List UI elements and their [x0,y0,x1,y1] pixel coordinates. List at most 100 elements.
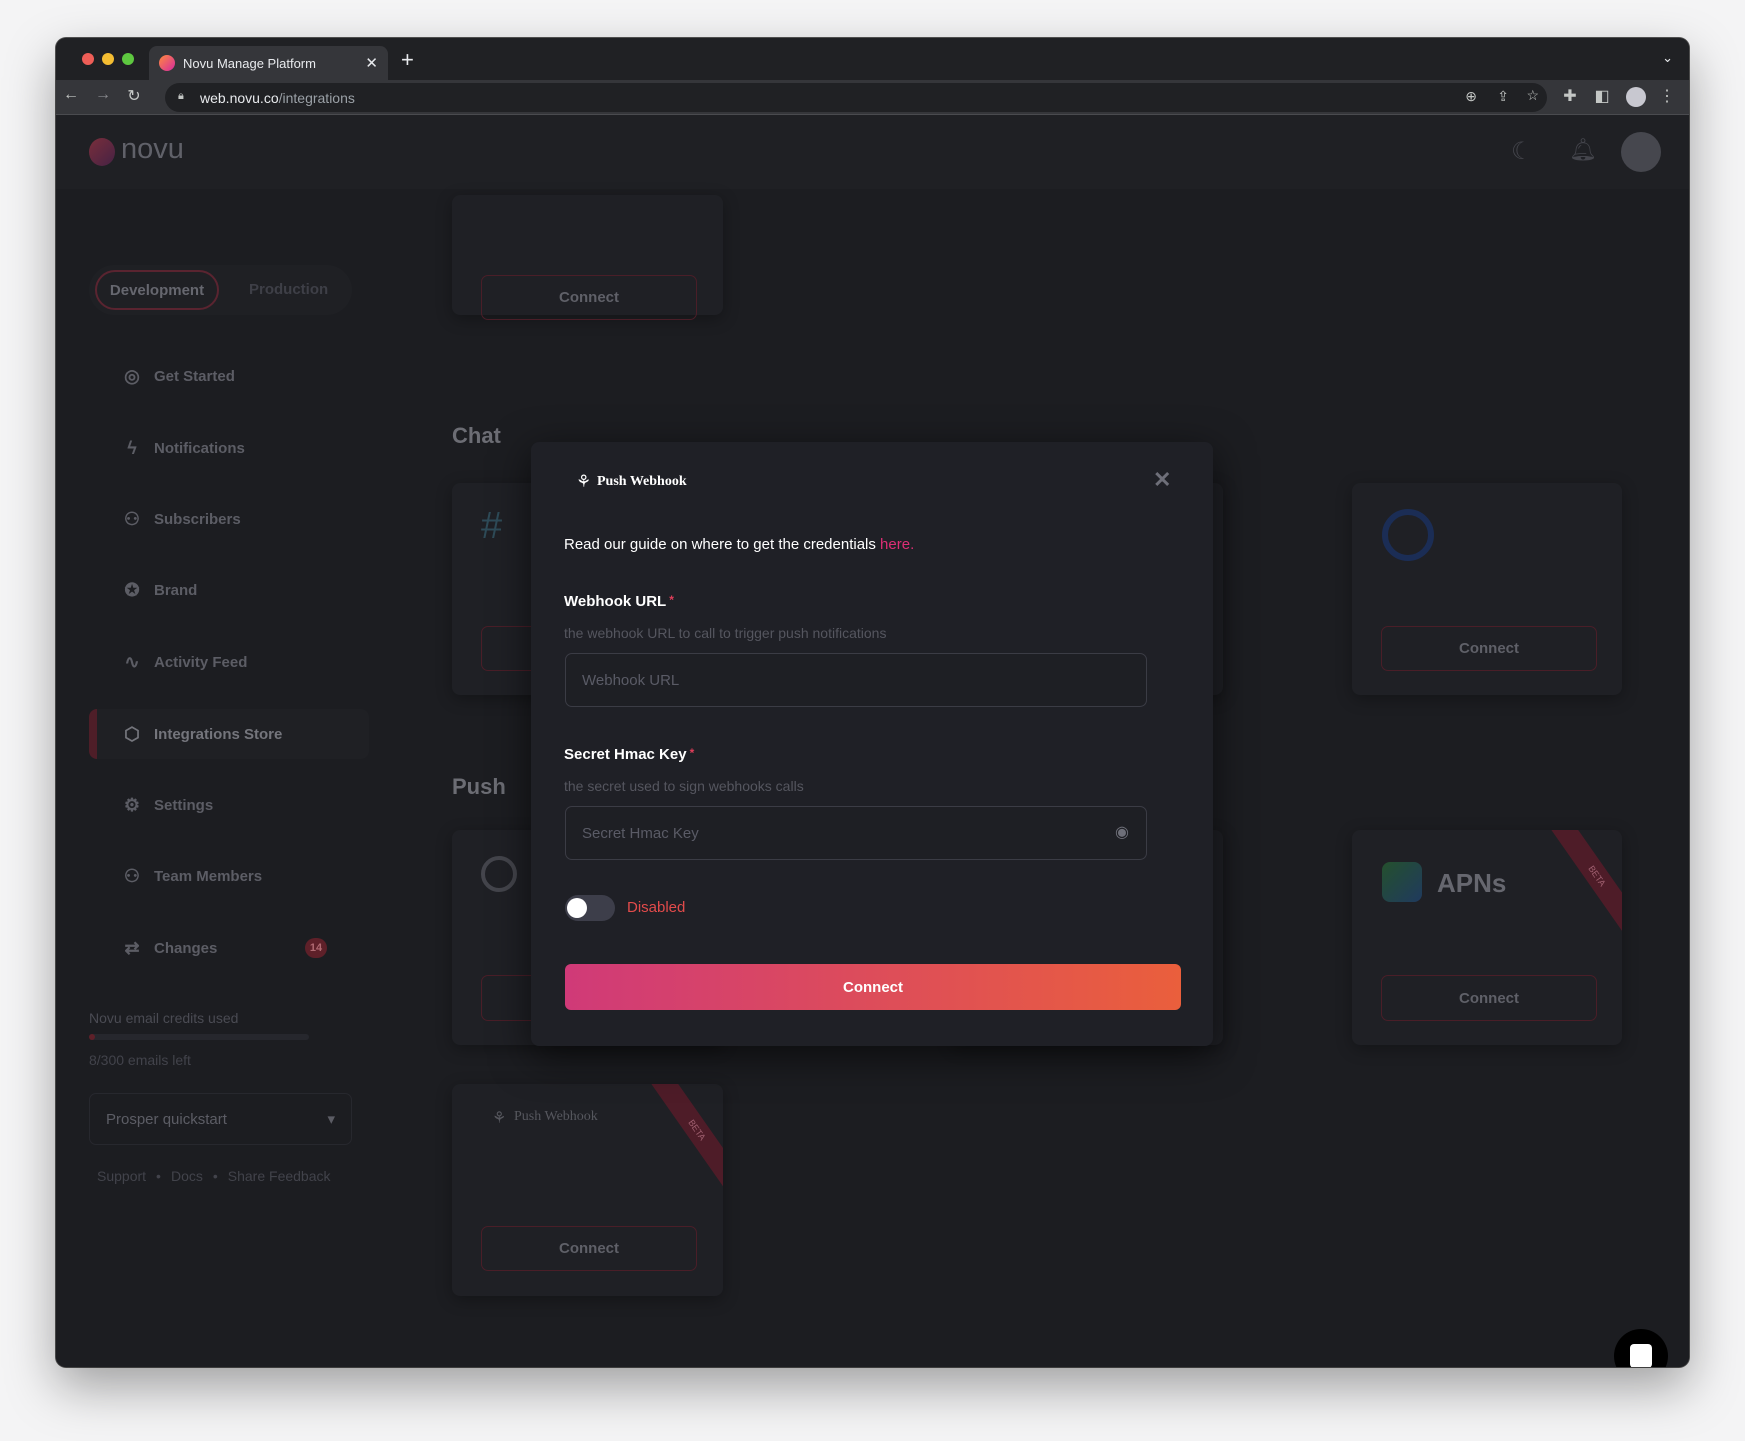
sidebar-item-get-started[interactable]: ◎ Get Started [89,351,369,401]
beta-ribbon: BETA [650,1084,723,1190]
apns-label: APNs [1437,868,1507,898]
badge-check-icon: ✪ [124,579,140,600]
changes-badge: 14 [305,938,327,958]
webhook-url-label: Webhook URL * [564,593,674,610]
share-icon[interactable]: ⇪ [1497,88,1509,105]
sidebar-item-subscribers[interactable]: ⚇ Subscribers [89,494,369,544]
env-development[interactable]: Development [95,270,219,310]
required-asterisk: * [689,746,695,760]
back-icon[interactable]: ← [60,86,82,104]
secret-hmac-key-description: the secret used to sign webhooks calls [564,778,804,794]
enable-toggle[interactable] [565,895,615,921]
browser-toolbar: ← → ↻ 🔒︎ web.novu.co/integrations ⊕ ⇪ ☆ … [56,80,1689,115]
side-panel-icon[interactable]: ◧ [1591,86,1613,106]
credits-left: 8/300 emails left [89,1052,191,1068]
push-webhook-modal: ⚘ Push Webhook ✕ Read our guide on where… [531,442,1213,1046]
zoom-icon[interactable]: ⊕ [1465,88,1477,105]
connect-button[interactable]: Connect [481,275,697,320]
share-feedback-link[interactable]: Share Feedback [228,1168,331,1184]
bolt-icon: ϟ [127,437,137,458]
section-heading-push: Push [452,774,506,799]
nav-label: Integrations Store [154,725,283,743]
users-icon: ⚇ [123,508,141,529]
env-production[interactable]: Production [249,281,328,298]
field-label: Secret Hmac Key [564,746,687,763]
nav-label: Notifications [154,439,245,457]
required-asterisk: * [669,593,674,607]
minimize-window-button[interactable] [102,53,114,65]
apns-logo-icon [1382,862,1422,902]
connect-button[interactable]: Connect [1381,626,1597,671]
connect-button[interactable]: Connect [481,1226,697,1271]
nav-label: Get Started [154,367,235,385]
sidebar-item-brand[interactable]: ✪ Brand [89,565,369,615]
close-icon[interactable]: ✕ [1153,467,1171,493]
nav-label: Subscribers [154,510,241,528]
nav-label: Activity Feed [154,653,248,671]
team-icon: ⚇ [123,865,141,886]
sidebar-item-settings[interactable]: ⚙ Settings [89,780,369,830]
secret-hmac-key-label: Secret Hmac Key * [564,746,694,763]
profile-avatar[interactable] [1626,87,1646,107]
mattermost-logo-icon [1382,509,1434,561]
forward-icon[interactable]: → [92,86,114,104]
novu-favicon-icon [159,55,175,71]
swap-icon: ⇄ [124,937,140,958]
docs-link[interactable]: Docs [171,1168,203,1184]
credits-label: Novu email credits used [89,1010,239,1026]
browser-tab[interactable]: Novu Manage Platform ✕ [149,46,388,80]
webhook-icon: ⚘ [576,472,592,491]
box-icon: ⬡ [124,723,140,744]
browser-menu-icon[interactable]: ⋮ [1656,86,1678,106]
sidebar-item-changes[interactable]: ⇄ Changes 14 [89,923,369,973]
sidebar-item-activity-feed[interactable]: ∿ Activity Feed [89,637,369,687]
extensions-icon[interactable]: ✚ [1559,86,1581,106]
chat-support-button[interactable] [1614,1329,1668,1367]
nav-label: Team Members [154,867,263,885]
guide-link[interactable]: here. [880,536,914,553]
app-header: novu ☾ 🔔︎ [56,115,1689,189]
gear-icon: ⚙ [123,794,141,815]
novu-app: novu ☾ 🔔︎ Development Production ◎ Get St… [56,115,1689,1367]
toggle-knob [567,898,587,918]
connect-button[interactable]: Connect [1381,975,1597,1021]
maximize-window-button[interactable] [122,53,134,65]
toggle-status-label: Disabled [627,899,686,916]
organization-select[interactable]: Prosper quickstart ▾ [89,1093,352,1145]
nav-label: Settings [154,796,214,814]
webhook-icon: ⚘ [492,1110,507,1127]
guide-text-row: Read our guide on where to get the crede… [564,536,914,553]
show-password-eye-icon[interactable]: ◉ [1115,822,1129,842]
notifications-bell-icon[interactable]: 🔔︎ [1569,137,1597,163]
new-tab-button[interactable]: + [401,47,414,73]
separator-dot: • [156,1168,161,1184]
section-heading-chat: Chat [452,423,501,448]
guide-text: Read our guide on where to get the crede… [564,536,876,553]
tab-list-chevron-icon[interactable]: ⌄ [1662,50,1673,66]
modal-title: Push Webhook [597,474,687,489]
push-webhook-card-label: Push Webhook [514,1109,598,1124]
reload-icon[interactable]: ↻ [123,86,145,106]
nav-label: Changes [154,939,218,957]
bookmark-star-icon[interactable]: ☆ [1526,87,1539,104]
browser-window: Novu Manage Platform ✕ + ⌄ ← → ↻ 🔒︎ web.… [56,38,1689,1367]
sidebar-item-integrations-store[interactable]: ⬡ Integrations Store [89,709,369,759]
sidebar-item-team-members[interactable]: ⚇ Team Members [89,851,369,901]
close-window-button[interactable] [82,53,94,65]
environment-switch: Development Production [89,265,352,315]
user-avatar[interactable] [1621,132,1661,172]
close-tab-icon[interactable]: ✕ [365,54,378,72]
novu-logo-icon [89,138,115,166]
sidebar-item-notifications[interactable]: ϟ Notifications [89,423,369,473]
dark-mode-moon-icon[interactable]: ☾ [1511,137,1533,166]
tab-bar: Novu Manage Platform ✕ + ⌄ [56,38,1689,80]
beta-ribbon: BETA [1550,830,1622,936]
support-link[interactable]: Support [97,1168,146,1184]
webhook-url-description: the webhook URL to call to trigger push … [564,625,887,641]
url-path: /integrations [278,89,355,106]
nav-label: Brand [154,581,198,599]
connect-submit-button[interactable]: Connect [565,964,1181,1010]
secret-hmac-key-input[interactable] [565,806,1147,860]
webhook-url-input[interactable] [565,653,1147,707]
address-bar[interactable]: 🔒︎ web.novu.co/integrations ⊕ ⇪ ☆ [165,83,1547,112]
